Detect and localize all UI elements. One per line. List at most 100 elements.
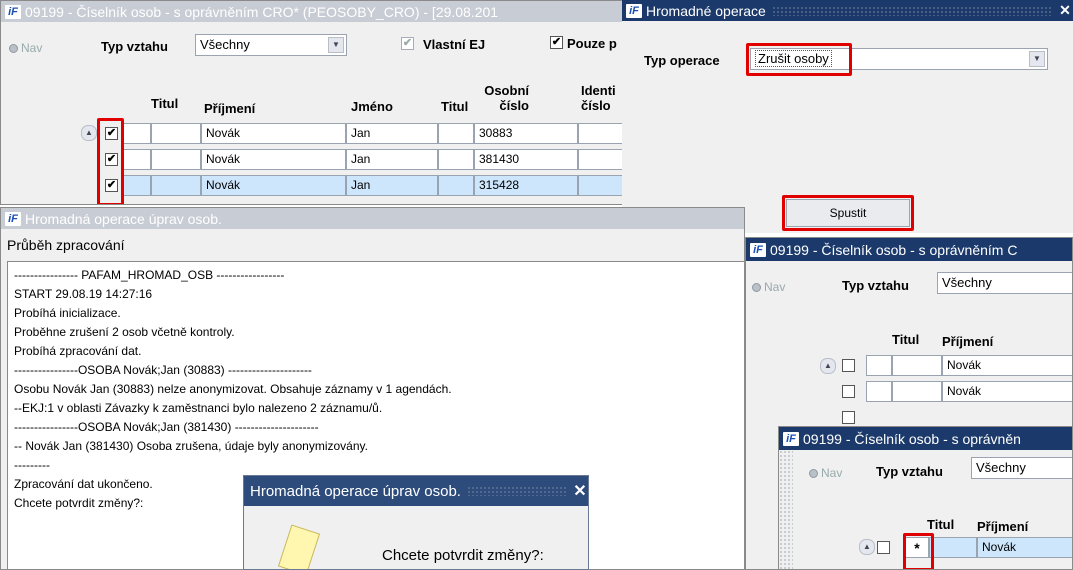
row-cell-empty[interactable] [866, 381, 892, 402]
app-logo-icon: iF [626, 3, 642, 18]
log-line: ---------------- PAFAM_HROMAD_OSB ------… [14, 268, 285, 282]
typ-vztahu-label: Typ vztahu [842, 278, 909, 293]
row-checkbox[interactable] [842, 385, 855, 398]
col-header-ident-cislo: Identi číslo [581, 83, 616, 113]
highlight-star-cell [903, 533, 934, 569]
log-line: -- Novák Jan (381430) Osoba zrušena, úda… [14, 439, 368, 453]
titlebar-grip [466, 486, 566, 496]
app-logo-icon: iF [783, 431, 799, 446]
right1-title: 09199 - Číselník osob - s oprávněním C [770, 241, 1018, 258]
row-cell-empty[interactable] [123, 149, 151, 170]
highlight-typ-operace [746, 43, 852, 76]
row-cell-empty[interactable] [123, 123, 151, 144]
progress-window-titlebar[interactable]: iF Hromadná operace úprav osob. [1, 208, 744, 229]
log-line: --EKJ:1 v oblasti Závazky k zaměstnanci … [14, 401, 383, 415]
bulk-window-title: Hromadné operace [646, 2, 766, 19]
nav-indicator[interactable]: Nav [809, 466, 842, 480]
row-cell-titul[interactable] [929, 537, 977, 558]
pouze-checkbox[interactable]: ✔ [550, 36, 563, 49]
vlastni-ej-checkbox[interactable]: ✔ [401, 37, 414, 50]
col-header-prijmeni: Příjmení [204, 101, 256, 116]
nav-label: Nav [764, 280, 786, 294]
right2-titlebar[interactable]: iF 09199 - Číselník osob - s oprávněn [779, 427, 1072, 450]
col-header-prijmeni: Příjmení [977, 519, 1029, 534]
row-cell-titul[interactable] [151, 123, 201, 144]
row-cell-jmeno[interactable]: Jan [346, 123, 438, 144]
dialog-title: Hromadná operace úprav osob. [250, 482, 461, 500]
log-line: ----------------OSOBA Novák;Jan (381430)… [14, 420, 319, 434]
main-window: iF 09199 - Číselník osob - s oprávněním … [0, 0, 640, 205]
right1-titlebar[interactable]: iF 09199 - Číselník osob - s oprávněním … [746, 238, 1072, 261]
typ-vztahu-select[interactable]: Všechny [937, 272, 1072, 294]
col-header-titul: Titul [892, 332, 920, 347]
typ-vztahu-select[interactable]: Všechny [971, 457, 1072, 479]
row-cell-titul[interactable] [892, 381, 942, 402]
bulk-operations-window: iF Hromadné operace ✕ Typ operace Zrušit… [622, 0, 1073, 233]
log-line: Proběhne zrušení 2 osob včetně kontroly. [14, 325, 235, 339]
row-cell-prijmeni[interactable]: Novák [201, 123, 346, 144]
row-cell-titul2[interactable] [438, 123, 474, 144]
main-window-titlebar[interactable]: iF 09199 - Číselník osob - s oprávněním … [1, 1, 639, 22]
typ-vztahu-select[interactable]: Všechny ▼ [195, 34, 347, 56]
col-header-prijmeni: Příjmení [942, 334, 994, 349]
col-header-titul: Titul [927, 517, 955, 532]
row-cell-jmeno[interactable]: Jan [346, 149, 438, 170]
confirm-dialog: Hromadná operace úprav osob. ✕ Chcete po… [243, 475, 589, 570]
pouze-label: Pouze p [567, 36, 617, 51]
row-cell-empty[interactable] [866, 355, 892, 376]
row-cell-prijmeni[interactable]: Novák [201, 175, 346, 196]
highlight-checkboxes [97, 118, 124, 204]
row-checkbox[interactable] [842, 359, 855, 372]
row-cell-titul[interactable] [151, 149, 201, 170]
row-cell-osobni[interactable]: 30883 [474, 123, 578, 144]
row-cell-prijmeni[interactable]: Novák [201, 149, 346, 170]
row-checkbox[interactable] [877, 541, 890, 554]
progress-window-title: Hromadná operace úprav osob. [25, 210, 222, 227]
scroll-up-icon[interactable]: ▲ [859, 539, 875, 555]
app-logo-icon: iF [5, 4, 21, 19]
row-checkbox[interactable] [842, 411, 855, 424]
row-cell-titul[interactable] [151, 175, 201, 196]
bulk-window-titlebar[interactable]: iF Hromadné operace ✕ [622, 0, 1073, 21]
row-cell-osobni[interactable]: 315428 [474, 175, 578, 196]
col-header-titul2: Titul [441, 99, 469, 114]
row-cell-prijmeni[interactable]: Novák [942, 355, 1072, 376]
close-icon[interactable]: ✕ [1057, 2, 1073, 19]
chevron-down-icon[interactable]: ▼ [328, 37, 344, 53]
typ-vztahu-value: Všechny [976, 460, 1026, 475]
typ-operace-label: Typ operace [644, 53, 720, 68]
row-cell-titul2[interactable] [438, 149, 474, 170]
row-cell-prijmeni[interactable]: Novák [977, 537, 1072, 558]
typ-vztahu-label: Typ vztahu [876, 464, 943, 479]
main-window-title: 09199 - Číselník osob - s oprávněním CRO… [25, 3, 499, 20]
log-line: Osobu Novák Jan (30883) nelze anonymizov… [14, 382, 452, 396]
col-header-jmeno: Jméno [351, 99, 393, 114]
nav-radio-icon [809, 468, 818, 478]
nav-indicator[interactable]: Nav [752, 280, 785, 294]
scroll-up-icon[interactable]: ▲ [81, 125, 97, 141]
nav-indicator[interactable]: Nav [9, 41, 42, 55]
app-logo-icon: iF [750, 242, 766, 257]
window-border-grip [779, 450, 793, 569]
chevron-down-icon[interactable]: ▼ [1029, 51, 1045, 67]
row-cell-osobni[interactable]: 381430 [474, 149, 578, 170]
col-header-osobni-cislo: Osobní číslo [484, 83, 529, 113]
nav-label: Nav [821, 466, 843, 480]
row-cell-titul[interactable] [892, 355, 942, 376]
dialog-titlebar[interactable]: Hromadná operace úprav osob. ✕ [244, 476, 588, 506]
row-cell-empty[interactable] [123, 175, 151, 196]
typ-vztahu-value: Všechny [200, 37, 250, 52]
highlight-spustit [782, 195, 914, 231]
typ-vztahu-label: Typ vztahu [101, 39, 168, 54]
row-cell-jmeno[interactable]: Jan [346, 175, 438, 196]
titlebar-grip [771, 5, 1051, 16]
row-cell-titul2[interactable] [438, 175, 474, 196]
nav-label: Nav [21, 41, 43, 55]
scroll-up-icon[interactable]: ▲ [820, 358, 836, 374]
row-cell-prijmeni[interactable]: Novák [942, 381, 1072, 402]
log-line: --------- [14, 458, 50, 472]
note-icon [277, 524, 321, 569]
close-icon[interactable]: ✕ [572, 481, 588, 501]
app-logo-icon: iF [5, 211, 21, 226]
log-line: Probíhá inicializace. [14, 306, 121, 320]
